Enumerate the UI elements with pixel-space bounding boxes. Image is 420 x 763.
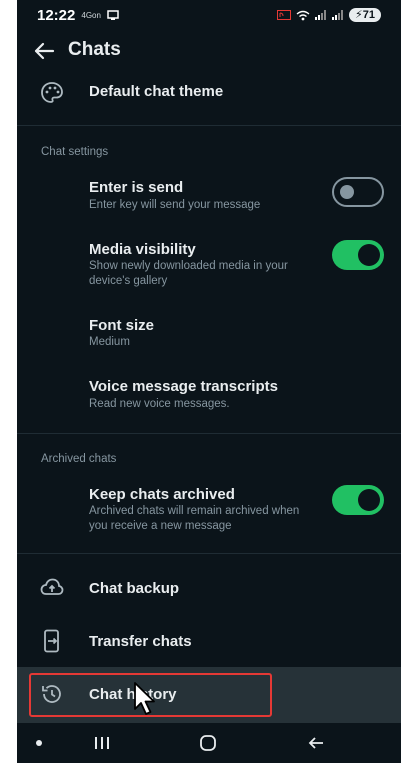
mouse-cursor-icon (134, 682, 155, 715)
cloud-upload-icon (40, 578, 64, 595)
signal-icon (315, 10, 327, 20)
section-header-archived-chats: Archived chats (41, 453, 117, 465)
divider (17, 433, 401, 434)
app-bar: Chats (17, 30, 401, 74)
media-visibility-toggle[interactable] (332, 240, 384, 270)
row-title: Media visibility (89, 241, 196, 258)
row-title: Chat backup (89, 580, 180, 597)
row-subtitle: Medium (89, 336, 130, 348)
keep-chats-archived-toggle[interactable] (332, 485, 384, 515)
row-title: Transfer chats (89, 633, 192, 650)
row-title: Voice message transcripts (89, 378, 278, 395)
status-time: 12:22 (37, 6, 76, 24)
divider (17, 553, 401, 554)
row-title: Default chat theme (89, 83, 224, 100)
row-title: Enter is send (89, 179, 184, 196)
screen-record-icon (277, 10, 292, 20)
system-nav-bar (17, 723, 401, 763)
row-subtitle: Read new voice messages. (89, 398, 230, 410)
section-header-chat-settings: Chat settings (41, 146, 109, 158)
row-title: Font size (89, 317, 155, 334)
battery-indicator: ⚡71 (349, 8, 381, 22)
signal-icon-2 (332, 10, 344, 20)
status-bar: 12:22 4Gon ⚡71 (17, 0, 401, 30)
row-subtitle: Enter key will send your message (89, 199, 261, 211)
recents-icon[interactable] (93, 735, 111, 751)
dot-icon (36, 740, 42, 746)
wifi-icon (296, 10, 310, 20)
transfer-phone-icon (44, 629, 59, 653)
status-network-label: 4Gon (81, 10, 101, 20)
battery-level: 71 (362, 9, 375, 21)
back-arrow-icon[interactable] (33, 40, 55, 62)
home-icon[interactable] (199, 734, 217, 752)
cast-icon (107, 10, 119, 20)
row-subtitle: Show newly downloaded media in your devi… (89, 260, 288, 287)
divider (17, 125, 401, 126)
row-subtitle: Archived chats will remain archived when… (89, 505, 300, 532)
toggle-knob (358, 244, 380, 266)
toggle-knob (358, 489, 380, 511)
back-nav-icon[interactable] (307, 735, 325, 751)
page-title: Chats (68, 39, 121, 60)
enter-is-send-toggle[interactable] (332, 177, 384, 207)
toggle-knob (340, 185, 354, 199)
phone-screen: 12:22 4Gon ⚡71 Chats Default chat theme … (17, 0, 401, 763)
palette-icon (41, 82, 63, 103)
row-title: Keep chats archived (89, 486, 235, 503)
